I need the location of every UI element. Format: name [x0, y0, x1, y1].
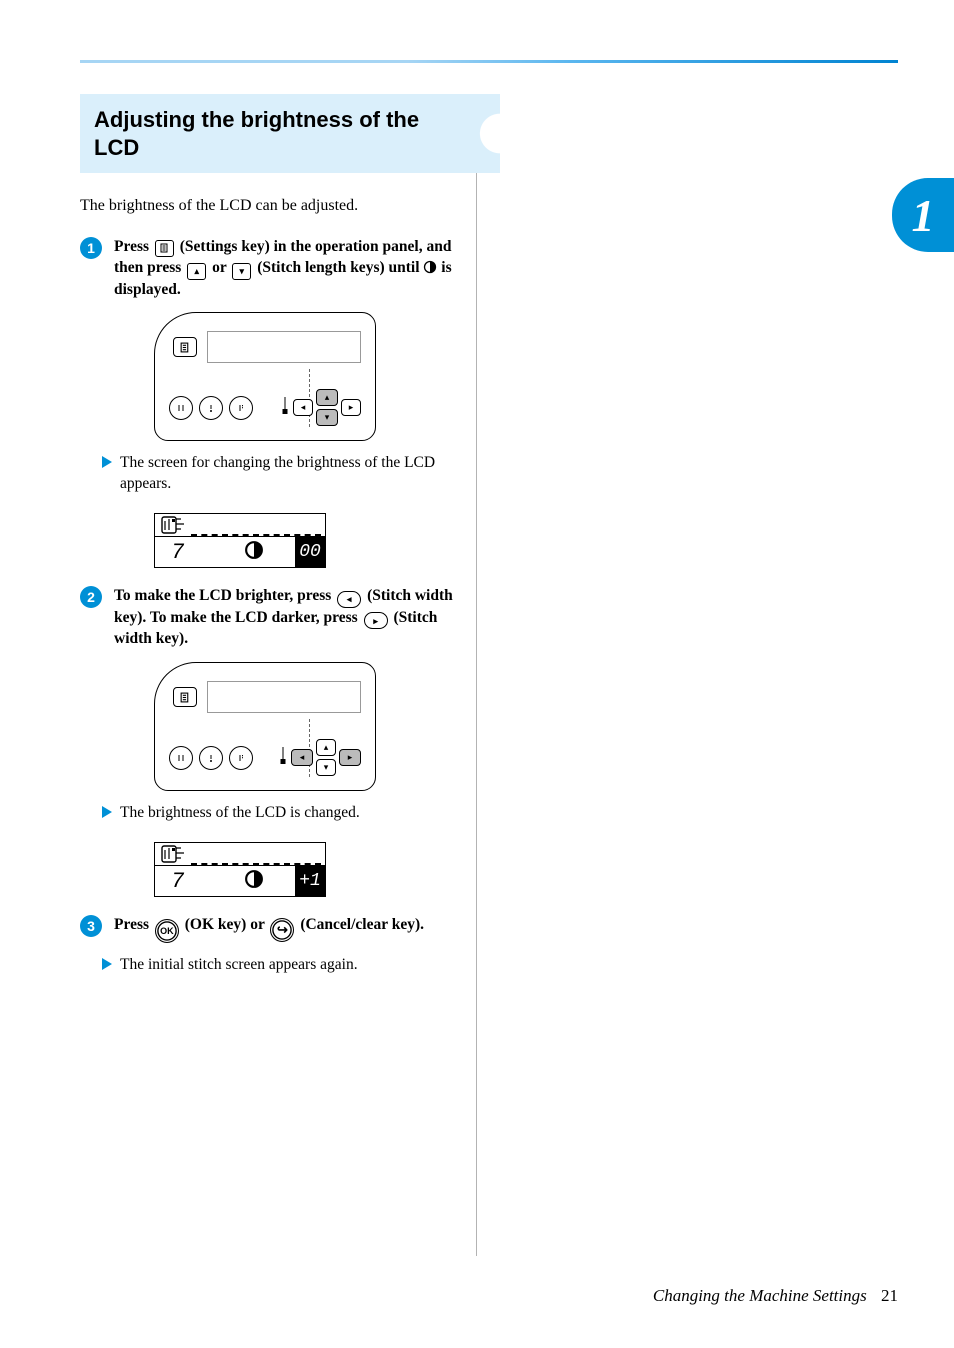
chapter-tab: 1	[892, 178, 954, 252]
lcd-readout-1: 7 00	[154, 513, 326, 568]
lcd1-segment-value: 7	[171, 540, 183, 565]
panel2-settings-key-icon	[173, 687, 197, 707]
panel2-right-key: ▸	[339, 749, 361, 766]
panel-figure-2: ◂ ▴ ▾ ▸	[154, 662, 466, 791]
panel2-btn-stitch-icon	[169, 746, 193, 770]
settings-key-icon	[155, 240, 174, 257]
page-footer: Changing the Machine Settings 21	[653, 1286, 898, 1306]
footer-section-title: Changing the Machine Settings	[653, 1286, 867, 1305]
step-3-result: The initial stitch screen appears again.	[120, 955, 466, 976]
brightness2-icon	[244, 869, 264, 894]
panel-up-key: ▴	[316, 389, 338, 406]
lcd1-right-value: 00	[295, 537, 325, 567]
right-key-icon: ▸	[364, 612, 388, 629]
panel2-btn-needle-icon	[229, 746, 253, 770]
panel-lcd-frame	[207, 331, 361, 363]
panel-btn-stitch-icon	[169, 396, 193, 420]
top-gradient-rule	[80, 60, 898, 63]
step-1-result: The screen for changing the brightness o…	[120, 453, 466, 495]
panel-left-key: ◂	[293, 399, 313, 416]
left-key-icon: ◂	[337, 591, 361, 608]
step-1: 1 Press (Settings key) in the operation …	[80, 237, 466, 300]
stitch-length-indicator2-icon	[278, 746, 288, 769]
brightness-icon	[244, 540, 264, 565]
lcd2-right-value: +1	[295, 866, 325, 896]
step-3-number: 3	[80, 915, 102, 937]
intro-text: The brightness of the LCD can be adjuste…	[80, 197, 466, 215]
panel2-left-key: ◂	[291, 749, 313, 766]
panel-btn-needle-icon	[229, 396, 253, 420]
section-heading-box: Adjusting the brightness of the LCD	[80, 94, 466, 173]
heading-corner-decoration	[420, 94, 466, 173]
step-3: 3 Press OK (OK key) or ↩ (Cancel/clear k…	[80, 915, 466, 943]
step-1-number: 1	[80, 237, 102, 259]
panel-down-key: ▾	[316, 409, 338, 426]
stitch-length-indicator-icon	[280, 396, 290, 419]
panel-right-key: ▸	[341, 399, 361, 416]
panel-settings-key-icon	[173, 337, 197, 357]
main-column: Adjusting the brightness of the LCD The …	[80, 94, 466, 994]
panel2-down-key: ▾	[316, 759, 336, 776]
cancel-key-icon: ↩	[270, 918, 294, 942]
panel2-lcd-frame	[207, 681, 361, 713]
step-2-text: To make the LCD brighter, press ◂ (Stitc…	[114, 587, 453, 647]
column-divider	[476, 94, 477, 1256]
up-key-icon: ▴	[187, 263, 206, 280]
panel2-btn-tension-icon	[199, 746, 223, 770]
section-heading: Adjusting the brightness of the LCD	[94, 106, 442, 161]
result-arrow3-icon	[102, 958, 112, 970]
result-arrow2-icon	[102, 806, 112, 818]
footer-page-number: 21	[881, 1286, 898, 1305]
step-1-text: Press (Settings key) in the operation pa…	[114, 238, 452, 298]
ok-key-icon: OK	[155, 919, 179, 943]
panel-btn-tension-icon	[199, 396, 223, 420]
step-2-number: 2	[80, 586, 102, 608]
lcd-readout-2: 7 +1	[154, 842, 326, 897]
chapter-number: 1	[912, 189, 935, 242]
result-arrow-icon	[102, 456, 112, 468]
panel-figure-1: ◂ ▴ ▾ ▸	[154, 312, 466, 441]
panel2-up-key: ▴	[316, 739, 336, 756]
lcd2-segment-value: 7	[171, 869, 183, 894]
brightness-symbol-icon	[423, 260, 437, 274]
step-2-result: The brightness of the LCD is changed.	[120, 803, 466, 824]
step-2: 2 To make the LCD brighter, press ◂ (Sti…	[80, 586, 466, 650]
step-3-text: Press OK (OK key) or ↩ (Cancel/clear key…	[114, 916, 424, 933]
down-key-icon: ▾	[232, 263, 251, 280]
